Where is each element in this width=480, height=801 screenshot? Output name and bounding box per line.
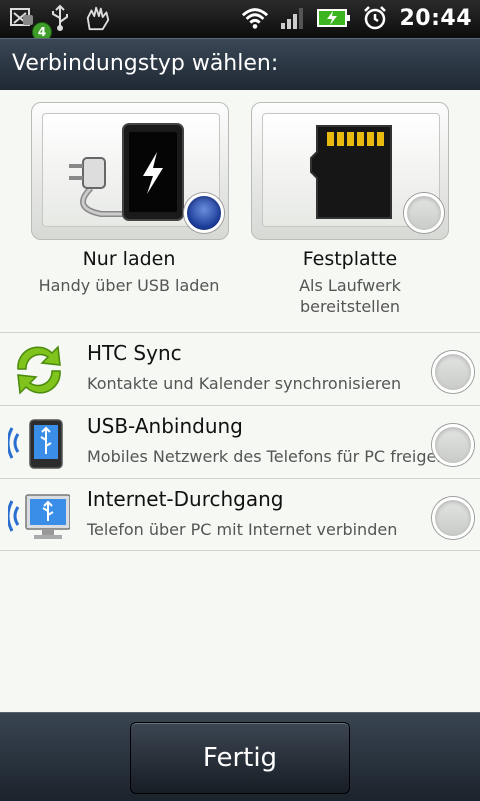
status-clock: 20:44 xyxy=(399,5,472,31)
option-disk-drive-radio[interactable] xyxy=(404,193,444,233)
option-usb-tether-title: USB-Anbindung xyxy=(87,414,243,438)
internet-pass-icon xyxy=(8,494,70,539)
option-internet-pass-subtitle: Telefon über PC mit Internet verbinden xyxy=(87,520,398,539)
option-disk-drive-subtitle-2: bereitstellen xyxy=(299,297,401,316)
option-disk-drive-title: Festplatte xyxy=(302,248,398,270)
option-disk-drive-subtitle-1: Als Laufwerk xyxy=(299,276,401,295)
usb-debug-icon: 4 xyxy=(8,4,52,42)
option-htc-sync-title: HTC Sync xyxy=(87,341,182,365)
option-usb-tether-radio[interactable] xyxy=(432,424,474,466)
option-disk-drive-card[interactable] xyxy=(251,102,449,240)
alarm-icon xyxy=(361,4,389,32)
option-charge-only-radio[interactable] xyxy=(184,193,224,233)
bottom-bar: Fertig xyxy=(0,712,480,801)
option-charge-only-subtitle: Handy über USB laden xyxy=(38,276,220,295)
option-charge-only-card[interactable] xyxy=(31,102,229,240)
option-internet-pass-radio[interactable] xyxy=(432,497,474,539)
option-internet-pass-title: Internet-Durchgang xyxy=(87,487,284,511)
battery-charging-icon xyxy=(317,4,351,32)
sync-icon xyxy=(17,345,61,395)
list-divider xyxy=(0,550,480,551)
signal-icon xyxy=(279,4,307,32)
option-htc-sync-subtitle: Kontakte und Kalender synchronisieren xyxy=(87,374,402,393)
sd-card-icon xyxy=(310,125,392,219)
usb-tether-icon xyxy=(8,419,63,469)
wifi-icon xyxy=(241,4,269,32)
hand-icon xyxy=(84,4,112,32)
connection-type-panel: Nur laden Handy über USB laden Festplatt… xyxy=(0,90,480,712)
option-usb-tether-row[interactable]: USB-Anbindung Mobiles Netzwerk des Telef… xyxy=(0,405,480,478)
option-htc-sync-radio[interactable] xyxy=(432,351,474,393)
option-internet-pass-row[interactable]: Internet-Durchgang Telefon über PC mit I… xyxy=(0,478,480,551)
page-title: Verbindungstyp wählen: xyxy=(12,51,279,76)
done-button[interactable]: Fertig xyxy=(130,722,350,794)
charger-phone-icon xyxy=(69,123,184,221)
title-bar: Verbindungstyp wählen: xyxy=(0,38,480,91)
status-right: 20:44 xyxy=(241,4,472,32)
option-usb-tether-subtitle: Mobiles Netzwerk des Telefons für PC fre… xyxy=(87,447,467,466)
status-bar: 4 20:44 xyxy=(0,0,480,42)
option-htc-sync-row[interactable]: HTC Sync Kontakte und Kalender synchroni… xyxy=(0,332,480,405)
option-charge-only-title: Nur laden xyxy=(82,248,176,270)
status-left: 4 xyxy=(8,4,112,42)
